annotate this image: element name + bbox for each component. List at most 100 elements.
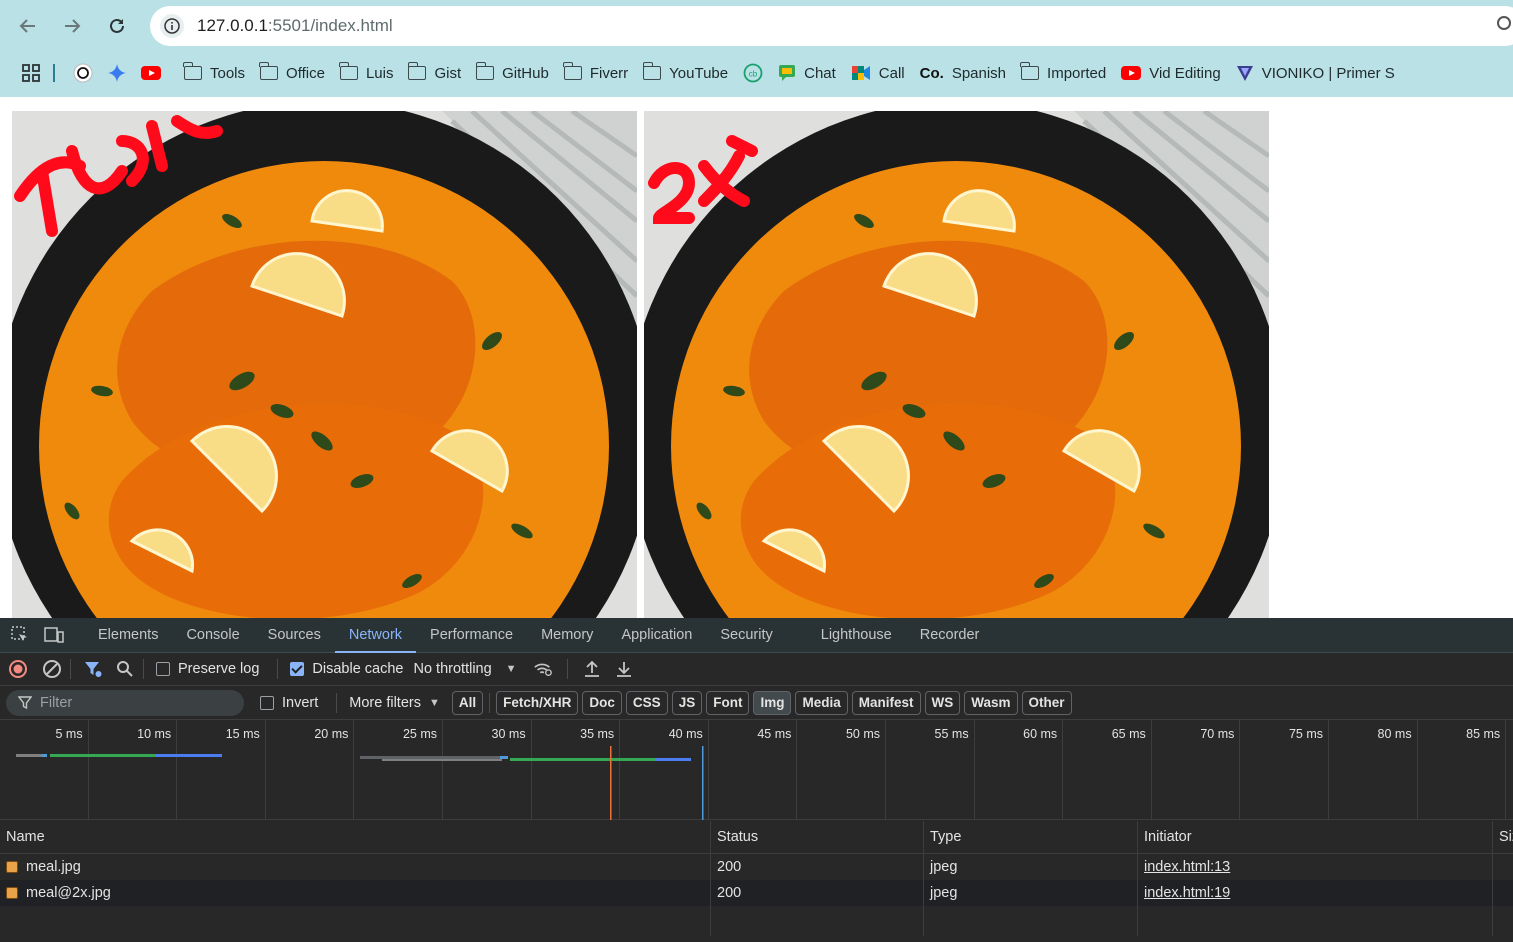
search-icon[interactable] <box>115 659 135 679</box>
cb-logo-icon: cb <box>743 63 763 83</box>
tab-recorder[interactable]: Recorder <box>906 618 994 653</box>
bookmark-folder-imported[interactable]: Imported <box>1015 58 1112 88</box>
devtools-tab-bar: Elements Console Sources Network Perform… <box>0 618 1513 653</box>
initiator-link[interactable]: index.html:19 <box>1144 885 1230 901</box>
tab-memory[interactable]: Memory <box>527 618 607 653</box>
bookmark-folder-youtube[interactable]: YouTube <box>637 58 734 88</box>
bookmark-label: YouTube <box>669 64 729 82</box>
inspect-element-icon[interactable] <box>10 625 30 645</box>
google-chat-icon <box>779 65 796 81</box>
type-filter-font[interactable]: Font <box>706 690 750 715</box>
tab-console[interactable]: Console <box>172 618 253 653</box>
tab-sources[interactable]: Sources <box>254 618 335 653</box>
bookmark-folder-fiverr[interactable]: Fiverr <box>558 58 634 88</box>
request-size <box>1493 854 1513 880</box>
tab-application[interactable]: Application <box>607 618 706 653</box>
bookmark-folder-office[interactable]: Office <box>254 58 331 88</box>
throttling-select[interactable]: No throttling <box>413 661 491 677</box>
zoom-icon[interactable] <box>1497 16 1511 30</box>
type-filter-css[interactable]: CSS <box>625 690 668 715</box>
address-bar[interactable]: 127.0.0.1:5501/index.html <box>150 6 1513 46</box>
export-har-icon[interactable] <box>614 659 634 679</box>
back-button[interactable] <box>13 11 43 41</box>
type-filter-other[interactable]: Other <box>1021 690 1072 715</box>
bookmark-spanish[interactable]: Co. Spanish <box>914 58 1012 88</box>
bookmark-gemini[interactable] <box>102 58 132 88</box>
column-header-name[interactable]: Name <box>0 821 711 853</box>
bookmark-chatgpt[interactable] <box>67 58 99 88</box>
network-conditions-icon[interactable] <box>533 659 553 679</box>
request-status: 200 <box>711 854 924 880</box>
bookmark-call[interactable]: Call <box>845 58 911 88</box>
more-filters-button[interactable]: More filters <box>349 695 421 711</box>
table-row[interactable]: meal.jpg 200 jpeg index.html:13 <box>0 854 1513 880</box>
bookmark-folder-luis[interactable]: Luis <box>334 58 400 88</box>
type-filter-media[interactable]: Media <box>795 690 848 715</box>
meal-image-2x <box>644 111 1269 618</box>
bookmark-chat[interactable]: Chat <box>772 58 842 88</box>
empty-cell <box>0 906 711 936</box>
import-har-icon[interactable] <box>582 659 602 679</box>
toolbar-separator <box>566 659 568 679</box>
type-filter-doc[interactable]: Doc <box>582 690 622 715</box>
toolbar-separator <box>70 659 71 679</box>
timeline-waterfall-bars <box>16 746 704 820</box>
url-path: :5501/index.html <box>267 16 393 35</box>
disable-cache-label: Disable cache <box>312 661 404 677</box>
bookmark-label: VIONIKO | Primer S <box>1261 64 1395 82</box>
device-toolbar-icon[interactable] <box>44 625 64 645</box>
clear-icon[interactable] <box>42 659 62 679</box>
filter-bar: Filter Invert More filters ▼ All Fetch/X… <box>0 686 1513 720</box>
bookmark-vid-editing[interactable]: Vid Editing <box>1115 58 1226 88</box>
empty-cell <box>1138 906 1493 936</box>
tab-security[interactable]: Security <box>706 618 786 653</box>
tab-performance[interactable]: Performance <box>416 618 527 653</box>
tab-elements[interactable]: Elements <box>84 618 172 653</box>
filter-funnel-icon[interactable] <box>83 659 103 679</box>
type-filter-img[interactable]: Img <box>753 690 792 715</box>
bookmark-vioniko[interactable]: VIONIKO | Primer S <box>1230 58 1401 88</box>
column-header-status[interactable]: Status <box>711 821 924 853</box>
waterfall-bar-queue <box>16 754 42 757</box>
column-header-type[interactable]: Type <box>924 821 1138 853</box>
network-timeline-overview[interactable]: 5 ms 10 ms 15 ms 20 ms 25 ms 30 ms 35 ms… <box>0 720 1513 820</box>
table-empty-row <box>0 906 1513 936</box>
column-header-initiator[interactable]: Initiator <box>1138 821 1493 853</box>
filter-input[interactable]: Filter <box>6 689 244 716</box>
site-info-icon[interactable] <box>160 14 184 38</box>
type-filter-all[interactable]: All <box>451 690 484 715</box>
tab-lighthouse[interactable]: Lighthouse <box>807 618 906 653</box>
reload-button[interactable] <box>102 11 132 41</box>
invert-label: Invert <box>282 694 319 711</box>
bookmark-youtube-1[interactable] <box>135 58 175 88</box>
browser-chrome: 127.0.0.1:5501/index.html Tools Office L… <box>0 0 1513 97</box>
chevron-down-icon[interactable]: ▼ <box>429 697 440 709</box>
bookmarks-bar: Tools Office Luis Gist GitHub Fiverr You… <box>0 56 1513 90</box>
bookmark-cb[interactable]: cb <box>737 58 769 88</box>
apps-button[interactable] <box>0 58 46 88</box>
bookmark-label: Fiverr <box>589 64 629 82</box>
stop-recording-icon[interactable] <box>8 659 28 679</box>
column-header-size[interactable]: Siz <box>1493 821 1513 853</box>
type-filter-ws[interactable]: WS <box>924 690 961 715</box>
bookmark-folder-github[interactable]: GitHub <box>470 58 555 88</box>
empty-cell <box>711 906 924 936</box>
type-filter-fetch-xhr[interactable]: Fetch/XHR <box>496 690 579 715</box>
chevron-down-icon[interactable]: ▼ <box>506 663 517 675</box>
bookmark-folder-tools[interactable]: Tools <box>178 58 251 88</box>
type-filter-manifest[interactable]: Manifest <box>851 690 921 715</box>
type-filter-wasm[interactable]: Wasm <box>964 690 1018 715</box>
type-filter-js[interactable]: JS <box>671 690 703 715</box>
invert-checkbox[interactable] <box>260 695 274 710</box>
table-row[interactable]: meal@2x.jpg 200 jpeg index.html:19 <box>0 880 1513 906</box>
chatgpt-icon <box>73 63 93 83</box>
preserve-log-checkbox[interactable] <box>156 662 170 676</box>
bookmark-folder-gist[interactable]: Gist <box>402 58 467 88</box>
bookmark-label: Luis <box>365 64 394 82</box>
tab-network[interactable]: Network <box>334 618 417 653</box>
load-event-marker <box>702 746 704 820</box>
request-name: meal@2x.jpg <box>26 885 111 901</box>
initiator-link[interactable]: index.html:13 <box>1144 859 1230 875</box>
disable-cache-checkbox[interactable] <box>290 662 305 676</box>
forward-button[interactable] <box>57 11 87 41</box>
